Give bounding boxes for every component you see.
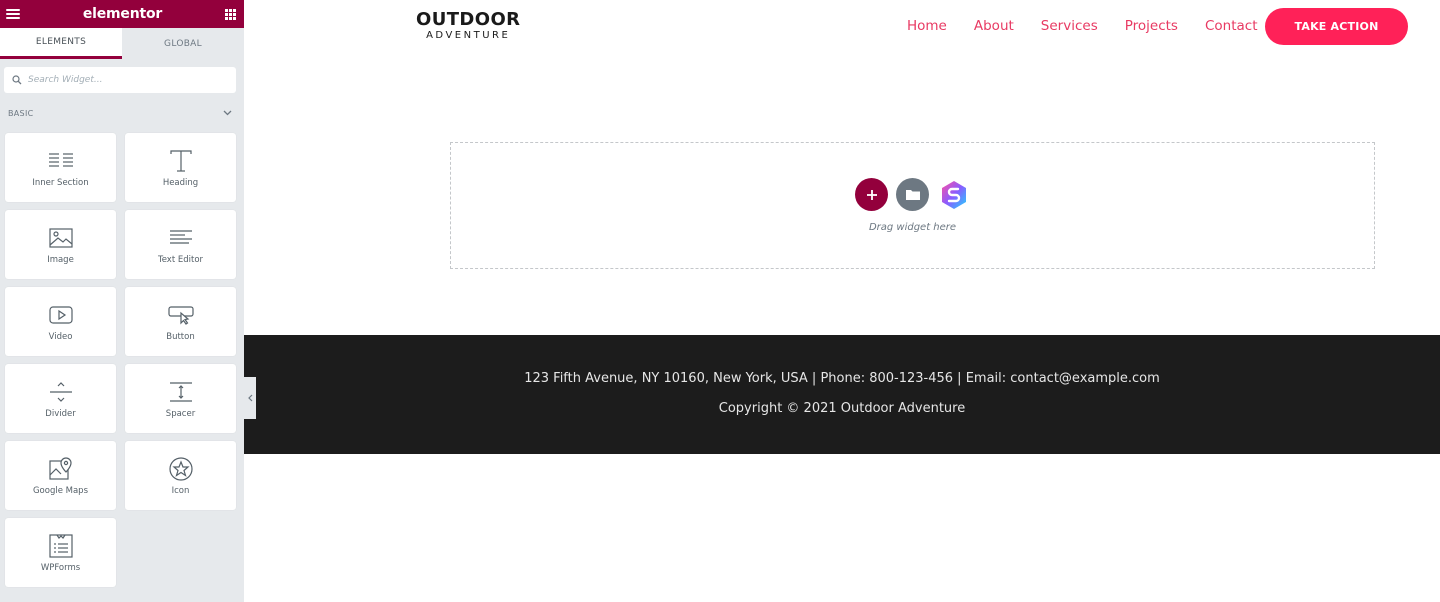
folder-icon	[905, 190, 920, 200]
widget-grid: Inner Section Heading Image Text Editor	[0, 133, 244, 587]
drag-widget-hint: Drag widget here	[868, 222, 957, 233]
take-action-button[interactable]: TAKE ACTION	[1265, 8, 1408, 45]
widget-button[interactable]: Button	[125, 287, 236, 356]
inner-section-icon	[48, 152, 73, 167]
nav-services[interactable]: Services	[1041, 18, 1098, 34]
widget-icon[interactable]: Icon	[125, 441, 236, 510]
starter-templates-button[interactable]	[937, 178, 970, 211]
widget-label: Button	[166, 331, 195, 342]
search-box	[4, 67, 236, 93]
add-template-button[interactable]	[896, 178, 929, 211]
widgets-grid-icon[interactable]	[224, 8, 236, 20]
nav-home[interactable]: Home	[907, 18, 947, 34]
widget-inner-section[interactable]: Inner Section	[5, 133, 116, 202]
nav-contact[interactable]: Contact	[1205, 18, 1258, 34]
search-widget-input[interactable]	[28, 75, 228, 85]
widget-label: Spacer	[165, 408, 196, 419]
category-basic-toggle[interactable]: BASIC	[0, 93, 244, 133]
menu-icon[interactable]	[6, 9, 20, 19]
elementor-panel: elementor ELEMENTS GLOBAL BASIC	[0, 0, 244, 602]
widget-label: Inner Section	[32, 177, 89, 188]
elementor-logo: elementor	[82, 6, 163, 22]
site-logo[interactable]: OUTDOOR ADVENTURE	[416, 10, 520, 42]
video-icon	[48, 305, 73, 324]
widget-image[interactable]: Image	[5, 210, 116, 279]
starter-templates-icon	[941, 180, 966, 209]
google-maps-icon	[48, 456, 72, 480]
category-title: BASIC	[8, 108, 34, 118]
panel-header: elementor	[0, 0, 244, 28]
widget-divider[interactable]: Divider	[5, 364, 116, 433]
tab-global[interactable]: GLOBAL	[122, 28, 244, 59]
wpforms-icon	[48, 533, 73, 558]
page-preview: OUTDOOR ADVENTURE Home About Services Pr…	[244, 0, 1440, 602]
nav-about[interactable]: About	[974, 18, 1014, 34]
widget-wpforms[interactable]: WPForms	[5, 518, 116, 587]
widget-heading[interactable]: Heading	[125, 133, 236, 202]
divider-icon	[49, 381, 72, 402]
footer-contact-info: 123 Fifth Avenue, NY 10160, New York, US…	[524, 371, 1160, 386]
dropzone-actions	[855, 178, 970, 211]
heading-icon	[169, 149, 192, 172]
panel-tabs: ELEMENTS GLOBAL	[0, 28, 244, 59]
add-section-button[interactable]	[855, 178, 888, 211]
empty-section-dropzone[interactable]: Drag widget here	[450, 142, 1375, 269]
search-icon	[12, 75, 22, 85]
footer-copyright: Copyright © 2021 Outdoor Adventure	[718, 401, 966, 416]
nav-projects[interactable]: Projects	[1125, 18, 1178, 34]
widget-label: Video	[48, 331, 73, 342]
widget-google-maps[interactable]: Google Maps	[5, 441, 116, 510]
widget-label: Image	[47, 254, 74, 265]
image-icon	[48, 227, 73, 248]
widget-label: WPForms	[40, 562, 81, 573]
widget-label: Google Maps	[32, 485, 89, 496]
plus-icon	[866, 189, 877, 200]
logo-line-2: ADVENTURE	[426, 30, 511, 41]
main-nav: Home About Services Projects Contact	[907, 18, 1285, 34]
widget-label: Divider	[45, 408, 76, 419]
widget-text-editor[interactable]: Text Editor	[125, 210, 236, 279]
search-wrapper	[0, 59, 244, 93]
button-icon	[167, 305, 194, 325]
widget-spacer[interactable]: Spacer	[125, 364, 236, 433]
widget-label: Heading	[162, 177, 199, 188]
chevron-left-icon	[247, 394, 252, 402]
widget-label: Text Editor	[157, 254, 204, 265]
logo-line-1: OUTDOOR	[416, 9, 521, 30]
tab-elements[interactable]: ELEMENTS	[0, 28, 122, 59]
spacer-icon	[169, 381, 192, 402]
panel-collapse-toggle[interactable]	[244, 377, 256, 419]
text-editor-icon	[169, 229, 192, 244]
widget-label: Icon	[171, 485, 190, 496]
site-footer: 123 Fifth Avenue, NY 10160, New York, US…	[244, 335, 1440, 454]
chevron-down-icon	[223, 110, 232, 116]
star-icon	[168, 456, 193, 481]
widget-video[interactable]: Video	[5, 287, 116, 356]
